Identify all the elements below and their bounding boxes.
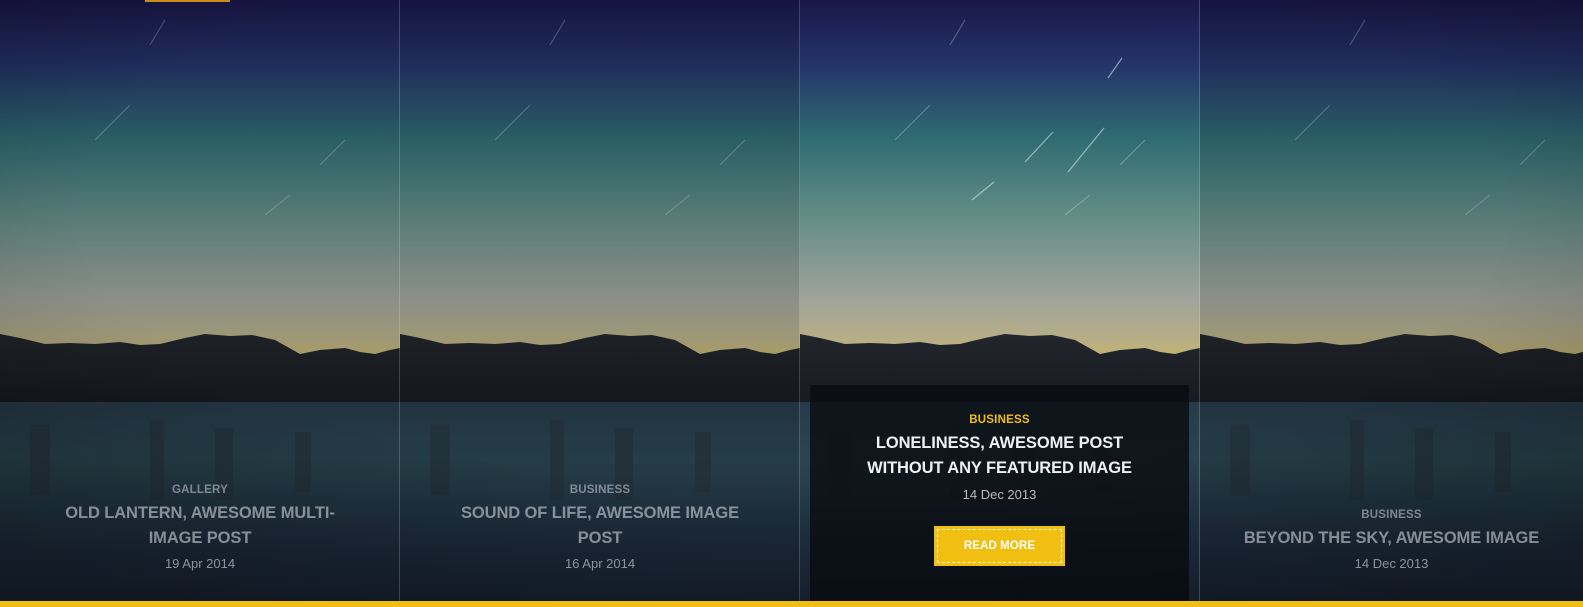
post-slider: GALLERY OLD LANTERN, AWESOME MULTI-IMAGE… [0,0,1583,601]
featured-post-card[interactable]: BUSINESS LONELINESS, AWESOME POST WITHOU… [810,385,1189,601]
read-more-button[interactable]: READ MORE [934,526,1065,566]
post-title[interactable]: SOUND OF LIFE, AWESOME IMAGE POST [450,501,750,551]
post-date: 16 Apr 2014 [564,556,636,571]
post-category[interactable]: BUSINESS [570,484,630,496]
post-category[interactable]: BUSINESS [1361,509,1421,521]
footer-accent-bar [0,601,1583,607]
post-date: 19 Apr 2014 [164,556,236,571]
post-card[interactable]: BUSINESS SOUND OF LIFE, AWESOME IMAGE PO… [400,0,800,601]
post-card[interactable]: GALLERY OLD LANTERN, AWESOME MULTI-IMAGE… [0,0,400,601]
post-date: 14 Dec 2013 [962,487,1037,502]
post-title[interactable]: BEYOND THE SKY, AWESOME IMAGE [1242,526,1542,551]
post-title[interactable]: OLD LANTERN, AWESOME MULTI-IMAGE POST [50,501,350,551]
post-category[interactable]: GALLERY [172,484,228,496]
post-date: 14 Dec 2013 [1354,556,1429,571]
post-card[interactable]: BUSINESS BEYOND THE SKY, AWESOME IMAGE 1… [1200,0,1583,601]
post-category[interactable]: BUSINESS [969,414,1029,426]
post-title[interactable]: LONELINESS, AWESOME POST WITHOUT ANY FEA… [845,431,1155,481]
